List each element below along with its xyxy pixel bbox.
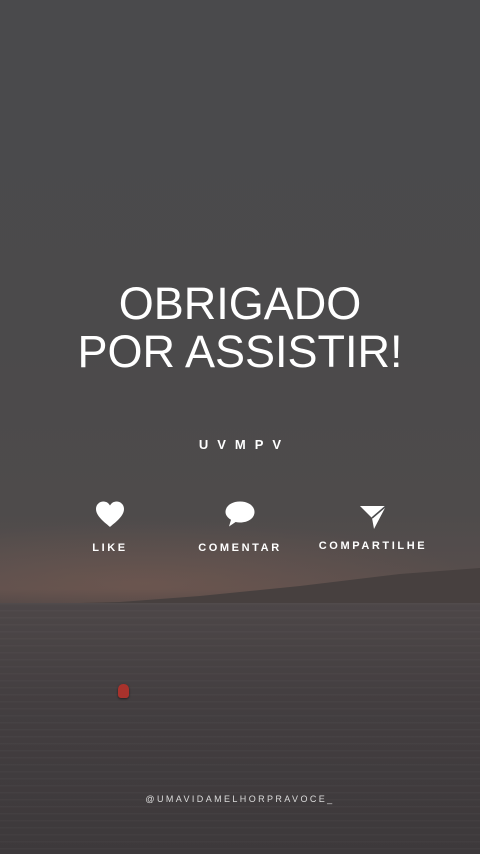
sea-background xyxy=(0,603,480,854)
account-handle[interactable]: @UMAVIDAMELHORPRAVOCE_ xyxy=(0,794,480,804)
title-line-1: OBRIGADO xyxy=(118,278,362,329)
share-action[interactable]: COMPARTILHE xyxy=(306,504,440,552)
like-label[interactable]: LIKE xyxy=(70,542,150,554)
paper-plane-icon[interactable] xyxy=(358,504,388,530)
story-end-screen: OBRIGADO POR ASSISTIR! UVMPV LIKE COMENT… xyxy=(0,0,480,854)
title-line-2: POR ASSISTIR! xyxy=(77,326,403,377)
comment-label[interactable]: COMENTAR xyxy=(180,542,300,554)
share-label[interactable]: COMPARTILHE xyxy=(306,540,440,552)
brand-initials: UVMPV xyxy=(198,437,291,452)
speech-bubble-icon[interactable] xyxy=(224,500,256,528)
like-action[interactable]: LIKE xyxy=(70,500,150,554)
comment-action[interactable]: COMENTAR xyxy=(180,500,300,554)
thank-you-title: OBRIGADO POR ASSISTIR! xyxy=(0,280,480,376)
red-buoy xyxy=(118,684,129,698)
heart-icon[interactable] xyxy=(94,500,126,528)
